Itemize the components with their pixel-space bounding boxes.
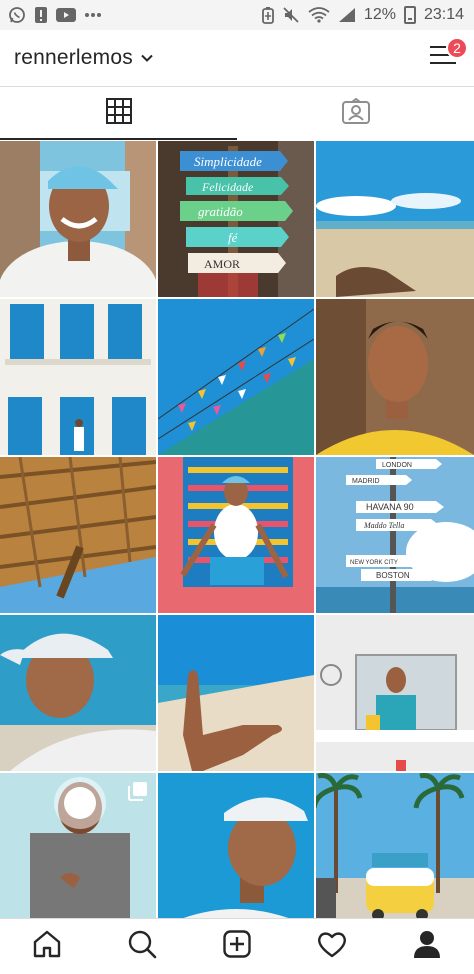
- grid-icon[interactable]: [105, 98, 132, 129]
- palm-van-image: [316, 773, 474, 918]
- sign-text: Felicidade: [201, 180, 254, 194]
- youtube-icon: [56, 8, 76, 22]
- hang-loose-image: [158, 615, 314, 771]
- sign-text: AMOR: [204, 257, 240, 271]
- sign-text: LONDON: [382, 462, 412, 469]
- sign-text: gratidão: [198, 204, 243, 219]
- status-right: 12% 23:14: [262, 6, 464, 24]
- nav-profile-button[interactable]: [402, 922, 452, 972]
- selfie-image: [0, 141, 156, 297]
- post-thumbnail[interactable]: [0, 299, 156, 455]
- signpost-image: Simplicidade Felicidade gratidão fé AMOR: [158, 141, 314, 297]
- post-thumbnail[interactable]: [158, 773, 314, 918]
- selfie-image: [158, 773, 314, 918]
- sign-text: NEW YORK CITY: [350, 560, 398, 566]
- battery-percent: 12%: [363, 6, 396, 23]
- post-thumbnail[interactable]: [0, 615, 156, 771]
- roof-image: [0, 457, 156, 613]
- nav-activity-button[interactable]: [307, 922, 357, 972]
- profile-header: rennerlemos 2: [0, 30, 474, 85]
- sign-text: HAVANA 90: [366, 502, 414, 512]
- post-thumbnail[interactable]: [0, 773, 156, 918]
- bottom-navigation: [0, 918, 474, 974]
- profile-tabs: [0, 86, 474, 140]
- post-thumbnail[interactable]: [316, 141, 474, 297]
- notification-badge: 2: [446, 36, 468, 59]
- city-signpost-image: LONDON MADRID HAVANA 90 Maddo Tella NEW …: [316, 457, 474, 613]
- post-thumbnail[interactable]: LONDON MADRID HAVANA 90 Maddo Tella NEW …: [316, 457, 474, 613]
- home-icon[interactable]: [32, 930, 62, 963]
- tagged-person-icon[interactable]: [341, 97, 370, 129]
- chevron-down-icon[interactable]: [141, 49, 153, 67]
- tab-tagged[interactable]: [237, 87, 474, 140]
- heart-icon[interactable]: [317, 931, 347, 963]
- sign-text: MADRID: [352, 478, 380, 485]
- status-time: 23:14: [423, 6, 464, 23]
- profile-username[interactable]: rennerlemos: [14, 46, 133, 70]
- battery-icon: [403, 6, 416, 24]
- sign-text: fé: [228, 230, 239, 245]
- post-thumbnail[interactable]: [158, 457, 314, 613]
- multiple-photos-icon: [128, 781, 148, 801]
- post-thumbnail[interactable]: Simplicidade Felicidade gratidão fé AMOR: [158, 141, 314, 297]
- more-dots-icon: [84, 12, 102, 18]
- nav-new-post-button[interactable]: [212, 922, 262, 972]
- sign-text: BOSTON: [376, 571, 410, 580]
- post-thumbnail[interactable]: [316, 299, 474, 455]
- post-thumbnail[interactable]: [316, 773, 474, 918]
- post-thumbnail[interactable]: [158, 615, 314, 771]
- account-switcher[interactable]: rennerlemos: [14, 46, 153, 70]
- search-icon[interactable]: [127, 929, 157, 964]
- mirror-selfie-image: [316, 615, 474, 771]
- flags-image: [158, 299, 314, 455]
- wifi-icon: [308, 7, 330, 23]
- posts-grid: Simplicidade Felicidade gratidão fé AMOR: [0, 141, 474, 918]
- beach-image: [316, 141, 474, 297]
- options-menu-button[interactable]: 2: [426, 36, 468, 75]
- whatsapp-icon: [8, 6, 26, 24]
- selfie-image: [0, 615, 156, 771]
- building-image: [0, 299, 156, 455]
- bench-image: [158, 457, 314, 613]
- post-thumbnail[interactable]: [0, 141, 156, 297]
- add-post-icon[interactable]: [223, 930, 251, 963]
- alert-icon: [34, 6, 48, 24]
- nav-home-button[interactable]: [22, 922, 72, 972]
- battery-saver-icon: [262, 6, 274, 24]
- status-left: [8, 6, 102, 24]
- portrait-image: [316, 299, 474, 455]
- post-thumbnail[interactable]: [0, 457, 156, 613]
- post-thumbnail[interactable]: [158, 299, 314, 455]
- signal-icon: [338, 7, 356, 23]
- tab-grid[interactable]: [0, 87, 237, 140]
- post-thumbnail[interactable]: [316, 615, 474, 771]
- status-bar: 12% 23:14: [0, 0, 474, 30]
- sign-text: Maddo Tella: [363, 521, 404, 530]
- nav-search-button[interactable]: [117, 922, 167, 972]
- profile-icon[interactable]: [413, 930, 441, 963]
- mute-icon: [282, 6, 300, 24]
- sign-text: Simplicidade: [194, 154, 262, 169]
